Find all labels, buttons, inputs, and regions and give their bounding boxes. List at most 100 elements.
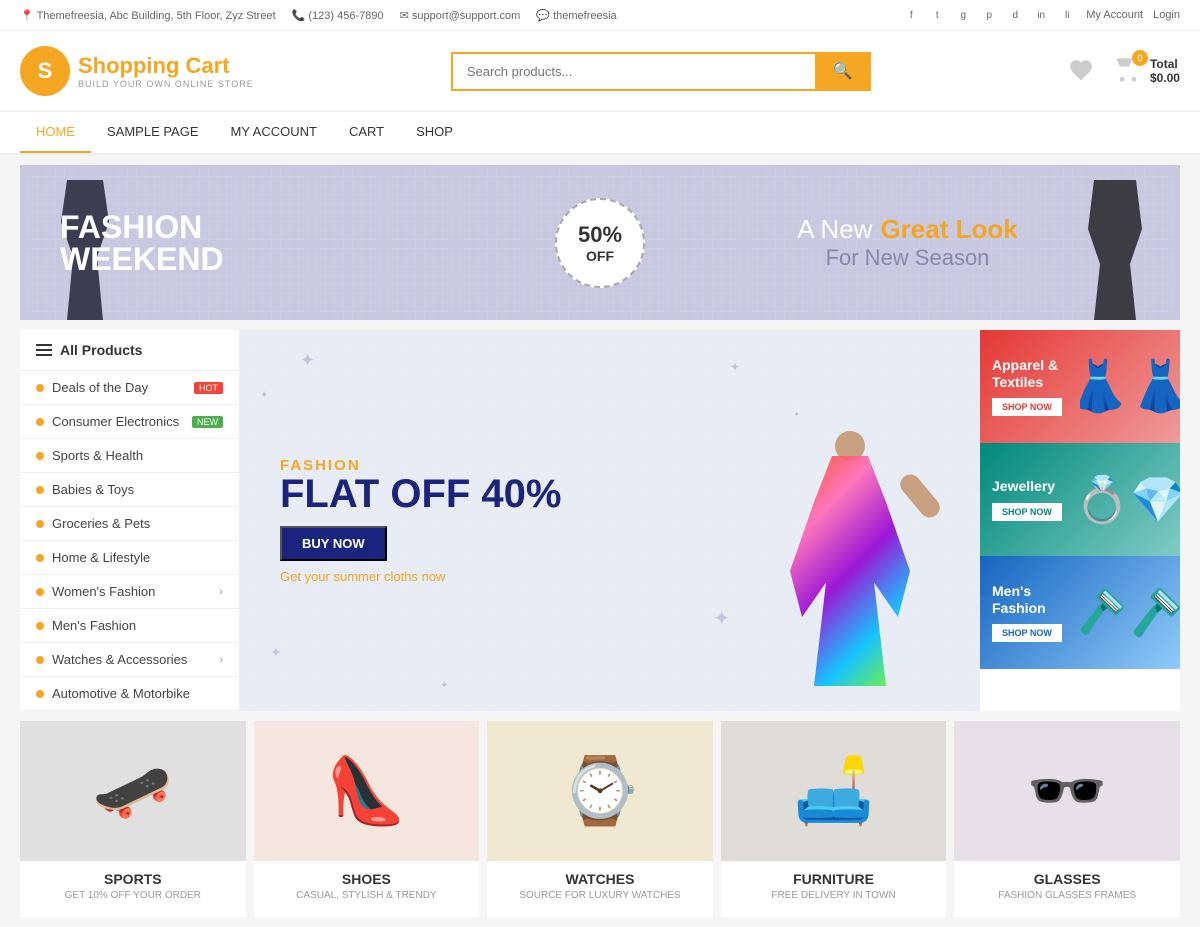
bullet-icon [36,690,44,698]
category-glasses[interactable]: 🕶️ GLASSES FASHION GLASSES FRAMES [954,721,1180,917]
nav-home[interactable]: HOME [20,112,91,153]
search-button[interactable]: 🔍 [815,52,871,91]
phone: 📞 (123) 456-7890 [292,9,384,22]
banner-off: OFF [586,248,614,264]
bullet-icon [36,588,44,596]
logo-area[interactable]: S Shopping Cart BUILD YOUR OWN ONLINE ST… [20,46,254,96]
linkedin-icon[interactable]: li [1058,6,1076,24]
nav-shop[interactable]: SHOP [400,112,469,153]
watches-image: ⌚ [487,721,713,861]
email: ✉ support@support.com [400,9,521,22]
my-account-link[interactable]: My Account [1086,9,1143,21]
sidebar-item-womens[interactable]: Women's Fashion › [20,575,239,609]
banner-discount-circle: 50% OFF [555,198,645,288]
promo-buy-button[interactable]: BUY NOW [280,526,387,561]
chevron-right-icon: › [219,654,223,666]
panel-mens-button[interactable]: SHOP NOW [992,624,1062,642]
top-bar: 📍 Themefreesia, Abc Building, 5th Floor,… [0,0,1200,31]
sidebar-item-sports[interactable]: Sports & Health [20,439,239,473]
main-content-area: All Products Deals of the Day HOT Consum… [20,330,1180,711]
sidebar-item-watches[interactable]: Watches & Accessories › [20,643,239,677]
mens-fashion-icon: 🪒 [1080,588,1128,637]
model-dress [790,456,910,686]
category-sports[interactable]: 🛹 SPORTS GET 10% OFF YOUR ORDER [20,721,246,917]
category-shoes[interactable]: 👠 SHOES CASUAL, STYLISH & TRENDY [254,721,480,917]
nav-sample-page[interactable]: SAMPLE PAGE [91,112,215,153]
dribbble-icon[interactable]: d [1006,6,1024,24]
cart-total: Total $0.00 [1150,57,1180,85]
bullet-icon [36,622,44,630]
panel-apparel-content: Apparel & Textiles SHOP NOW [980,330,1090,443]
top-bar-right: f t g p d in li My Account Login [902,6,1180,24]
logo-icon: S [20,46,70,96]
panel-jewellery-content: Jewellery SHOP NOW [980,443,1090,556]
sports-image: 🛹 [20,721,246,861]
furniture-icon: 🛋️ [793,753,874,829]
panel-jewellery-button[interactable]: SHOP NOW [992,503,1062,521]
googleplus-icon[interactable]: g [954,6,972,24]
sidebar-title-text: All Products [60,342,142,358]
banner-percent: 50% [578,222,622,248]
promo-model-figure [740,391,960,711]
instagram-icon[interactable]: in [1032,6,1050,24]
banner-new-text: A New [797,214,872,245]
nav-cart[interactable]: CART [333,112,400,153]
promo-main: FLAT OFF 40% [280,474,561,514]
skype: 💬 themefreesia [536,9,616,22]
categories-row: 🛹 SPORTS GET 10% OFF YOUR ORDER 👠 SHOES … [20,721,1180,917]
category-watches[interactable]: ⌚ WATCHES SOURCE FOR LUXURY WATCHES [487,721,713,917]
bullet-icon [36,384,44,392]
banner-great-text: Great Look [880,214,1017,245]
twitter-icon[interactable]: t [928,6,946,24]
logo-text: Shopping Cart BUILD YOUR OWN ONLINE STOR… [78,53,254,89]
main-nav: HOME SAMPLE PAGE MY ACCOUNT CART SHOP [0,112,1200,155]
panel-apparel[interactable]: Apparel & Textiles SHOP NOW 👗 [980,330,1180,443]
sidebar-item-electronics[interactable]: Consumer Electronics NEW [20,405,239,439]
cart-area[interactable]: 0 Total $0.00 [1114,56,1180,87]
search-area: 🔍 [451,52,871,91]
panel-mens-fashion[interactable]: Men's Fashion SHOP NOW 🪒 [980,556,1180,669]
sidebar-item-mens[interactable]: Men's Fashion [20,609,239,643]
shoes-desc: CASUAL, STYLISH & TRENDY [254,890,480,901]
hero-banner: FASHION WEEKEND 50% OFF A New Great Look… [20,165,1180,320]
bullet-icon [36,554,44,562]
panel-apparel-button[interactable]: SHOP NOW [992,398,1062,416]
chevron-right-icon: › [219,586,223,598]
banner-fashion-text: FASHION [60,211,525,243]
heart-icon [1068,57,1094,83]
panel-jewellery-image: 💍 [1080,443,1180,556]
panel-mens-image: 🪒 [1080,556,1180,669]
bullet-icon [36,486,44,494]
sidebar-item-deals[interactable]: Deals of the Day HOT [20,371,239,405]
panel-mens-content: Men's Fashion SHOP NOW [980,556,1090,669]
furniture-name: FURNITURE [721,871,947,887]
banner-season-text: For New Season [675,245,1140,271]
address: 📍 Themefreesia, Abc Building, 5th Floor,… [20,9,276,22]
sidebar-item-automotive[interactable]: Automotive & Motorbike [20,677,239,711]
banner-text-left: FASHION WEEKEND [60,211,525,275]
sidebar: All Products Deals of the Day HOT Consum… [20,330,240,711]
shoes-icon: 👠 [326,753,407,829]
jewellery-icon: 💍 [1080,473,1130,526]
glasses-name: GLASSES [954,871,1180,887]
watches-icon: ⌚ [560,753,641,829]
sidebar-item-groceries[interactable]: Groceries & Pets [20,507,239,541]
center-promo-banner: ✦ ✦ ✦ ✦ ✦ ✦ ✦ FASHION FLAT OFF 40% BUY N… [240,330,980,711]
cart-badge: 0 [1132,50,1148,66]
panel-jewellery[interactable]: Jewellery SHOP NOW 💍 [980,443,1180,556]
banner-weekend-text: WEEKEND [60,243,525,275]
pinterest-icon[interactable]: p [980,6,998,24]
login-link[interactable]: Login [1153,9,1180,21]
social-icons: f t g p d in li [902,6,1076,24]
category-furniture[interactable]: 🛋️ FURNITURE FREE DELIVERY IN TOWN [721,721,947,917]
panel-mens-title: Men's Fashion [992,583,1078,617]
sidebar-item-babies[interactable]: Babies & Toys [20,473,239,507]
sidebar-item-home[interactable]: Home & Lifestyle [20,541,239,575]
search-input[interactable] [451,52,815,91]
facebook-icon[interactable]: f [902,6,920,24]
header: S Shopping Cart BUILD YOUR OWN ONLINE ST… [0,31,1200,112]
bullet-icon [36,418,44,426]
nav-my-account[interactable]: MY ACCOUNT [215,112,333,153]
shoes-image: 👠 [254,721,480,861]
wishlist-area[interactable] [1068,57,1094,86]
